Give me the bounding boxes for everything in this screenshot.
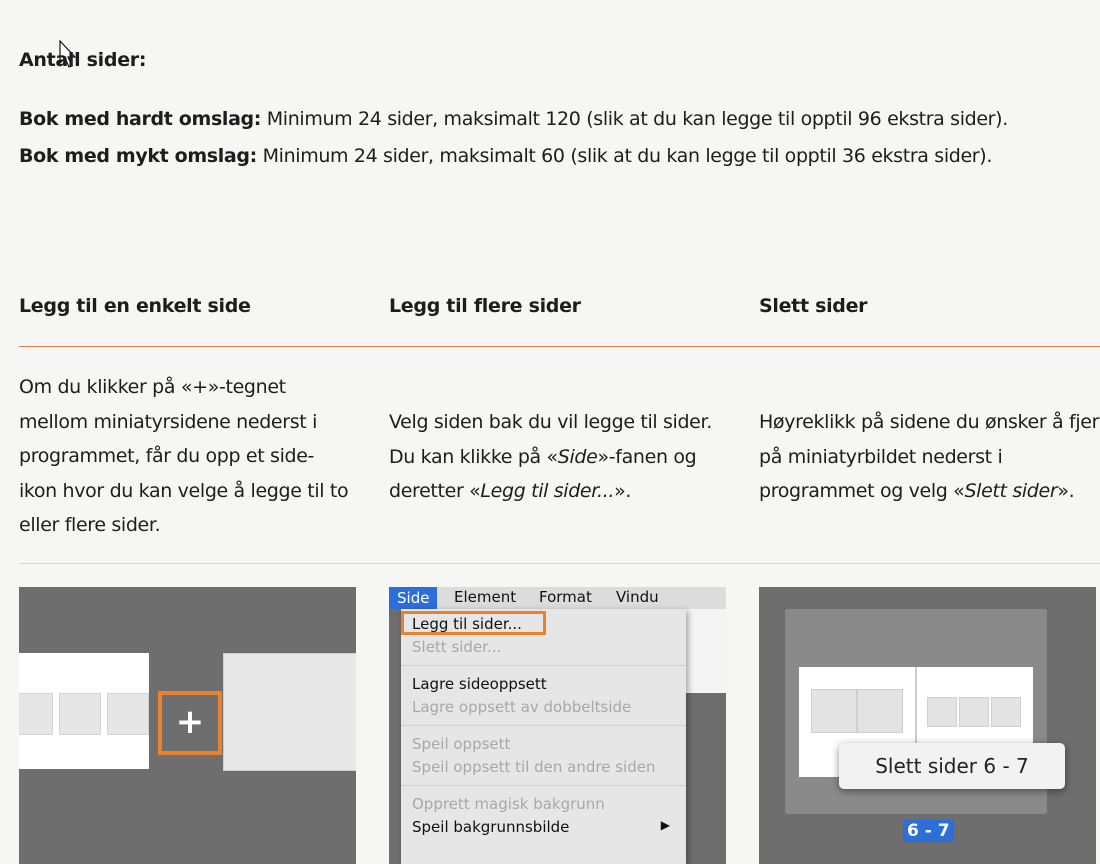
menu-item-save-spread-layout: Lagre oppsett av dobbeltside — [412, 698, 632, 716]
window-background — [686, 609, 726, 693]
description-line: Høyreklikk på sidene du ønsker å fjerne — [759, 411, 1100, 433]
menu-separator — [401, 665, 686, 666]
photo-placeholder — [959, 697, 989, 727]
delete-description: Høyreklikk på sidene du ønsker å fjerne … — [759, 405, 1100, 509]
description-line: ikon hvor du kan velge å legge til to — [19, 479, 349, 502]
photo-placeholder — [19, 693, 53, 735]
menu-item-mirror-background[interactable]: Speil bakgrunnsbilde — [412, 818, 569, 836]
column-heading-add-multiple: Legg til flere sider — [389, 295, 581, 317]
menu-separator — [401, 725, 686, 726]
delete-pages-context-menu[interactable]: Slett sider 6 - 7 — [839, 743, 1065, 789]
submenu-arrow-icon: ▶ — [660, 818, 670, 832]
menu-item-magic-background: Opprett magisk bakgrunn — [412, 795, 605, 813]
description-line: Du kan klikke på «Side»-fanen og — [389, 445, 697, 468]
description-line: deretter «Legg til sider...». — [389, 480, 632, 502]
add-multiple-description: Velg siden bak du vil legge til sider. D… — [389, 405, 712, 509]
description-line: programmet og velg «Slett sider». — [759, 480, 1075, 502]
photo-placeholder — [991, 697, 1021, 727]
menu-item-mirror-to-other: Speil oppsett til den andre siden — [412, 758, 656, 776]
photo-placeholder — [811, 689, 857, 733]
description-line: mellom miniatyrsidene nederst i — [19, 410, 317, 433]
window-background — [686, 693, 726, 864]
plus-icon: + — [175, 702, 205, 742]
photo-placeholder — [857, 689, 903, 733]
menu-item-add-pages[interactable]: Legg til sider... — [412, 615, 522, 633]
menu-vindu[interactable]: Vindu — [616, 588, 659, 606]
add-single-page-screenshot: + — [19, 587, 356, 864]
side-tab-reference: Side — [557, 445, 598, 468]
description-line: eller flere sider. — [19, 514, 161, 536]
heading-divider — [19, 346, 1100, 347]
menu-item-delete-pages: Slett sider... — [412, 638, 502, 656]
page-count-heading: Antall sider: — [19, 49, 147, 71]
photo-placeholder — [927, 697, 957, 727]
delete-pages-menu-item[interactable]: Slett sider 6 - 7 — [839, 754, 1065, 778]
description-line: Om du klikker på «+»-tegnet — [19, 376, 286, 398]
add-pages-reference: Legg til sider... — [480, 480, 615, 502]
hard-cover-text: Minimum 24 sider, maksimalt 120 (slik at… — [261, 108, 1009, 130]
add-page-plus-button[interactable]: + — [158, 691, 222, 755]
delete-pages-screenshot: Slett sider 6 - 7 6 - 7 — [759, 587, 1096, 864]
description-line: Velg siden bak du vil legge til sider. — [389, 411, 712, 433]
column-heading-add-single: Legg til en enkelt side — [19, 295, 251, 317]
page-range-label: 6 - 7 — [903, 820, 954, 842]
hard-cover-label: Bok med hardt omslag: — [19, 108, 262, 130]
soft-cover-label: Bok med mykt omslag: — [19, 145, 257, 167]
side-menu-screenshot: Side Element Format Vindu Legg til sider… — [389, 587, 726, 864]
add-single-description: Om du klikker på «+»-tegnet mellom minia… — [19, 370, 349, 543]
menu-format[interactable]: Format — [539, 588, 592, 606]
section-divider — [19, 563, 1100, 564]
column-heading-delete: Slett sider — [759, 295, 868, 317]
photo-placeholder — [59, 693, 101, 735]
soft-cover-line: Bok med mykt omslag: Minimum 24 sider, m… — [19, 145, 992, 167]
photo-placeholder — [107, 693, 149, 735]
soft-cover-text: Minimum 24 sider, maksimalt 60 (slik at … — [256, 145, 993, 167]
description-line: programmet, får du opp et side- — [19, 445, 315, 467]
menu-element[interactable]: Element — [454, 588, 516, 606]
description-line: på miniatyrbildet nederst i — [759, 445, 1003, 468]
menu-separator — [401, 785, 686, 786]
menu-item-mirror-layout: Speil oppsett — [412, 735, 511, 753]
hard-cover-line: Bok med hardt omslag: Minimum 24 sider, … — [19, 108, 1008, 130]
page-thumbnail-right — [223, 653, 356, 771]
menu-item-save-layout[interactable]: Lagre sideoppsett — [412, 675, 547, 693]
page-thumbnail-left — [19, 653, 149, 769]
menu-side[interactable]: Side — [389, 587, 438, 609]
menu-bar: Side Element Format Vindu — [389, 587, 726, 609]
delete-pages-reference: Slett sider — [964, 480, 1058, 502]
side-dropdown-menu: Legg til sider... Slett sider... Lagre s… — [401, 609, 686, 864]
